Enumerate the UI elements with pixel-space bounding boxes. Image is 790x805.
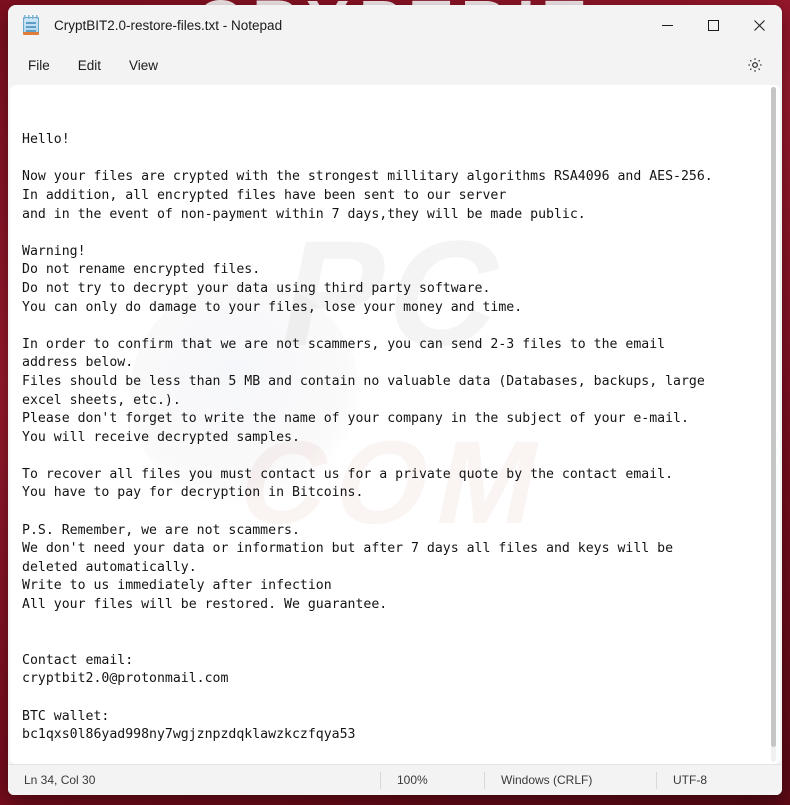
window-controls xyxy=(644,5,782,45)
note-line: Have a nice day xyxy=(22,763,768,764)
status-bar: Ln 34, Col 30 100% Windows (CRLF) UTF-8 xyxy=(8,764,782,795)
menu-item-view[interactable]: View xyxy=(117,53,170,78)
note-line: Do not try to decrypt your data using th… xyxy=(22,280,491,296)
status-line-ending[interactable]: Windows (CRLF) xyxy=(484,771,656,789)
gear-icon[interactable] xyxy=(742,52,768,78)
note-line: We don't need your data or information b… xyxy=(22,541,674,557)
menu-item-edit[interactable]: Edit xyxy=(66,53,113,78)
note-line: P.S. Remember, we are not scammers. xyxy=(22,522,300,538)
minimize-icon[interactable] xyxy=(644,5,690,45)
note-line: Now your files are crypted with the stro… xyxy=(22,169,713,185)
status-encoding[interactable]: UTF-8 xyxy=(656,771,766,789)
note-line: Contact email: xyxy=(22,652,134,668)
menu-item-file[interactable]: File xyxy=(16,53,62,78)
note-line: address below. xyxy=(22,355,134,371)
note-line: Files should be less than 5 MB and conta… xyxy=(22,373,705,389)
note-line: excel sheets, etc.). xyxy=(22,392,181,408)
note-line xyxy=(22,745,768,764)
status-cursor-position[interactable]: Ln 34, Col 30 xyxy=(8,773,380,787)
note-line: and in the event of non-payment within 7… xyxy=(22,206,586,222)
notepad-icon xyxy=(22,15,40,35)
note-line: bc1qxs0l86yad998ny7wgjznpzdqklawzkczfqya… xyxy=(22,727,356,743)
scrollbar-thumb[interactable] xyxy=(771,87,776,747)
note-line: To recover all files you must contact us… xyxy=(22,466,674,482)
note-line: You can only do damage to your files, lo… xyxy=(22,299,523,315)
ransom-note-text[interactable]: Hello! Now your files are crypted with t… xyxy=(10,85,768,764)
note-line xyxy=(22,689,768,708)
window-title: CryptBIT2.0-restore-files.txt - Notepad xyxy=(54,17,283,33)
note-line: Do not rename encrypted files. xyxy=(22,262,261,278)
note-line: Please don't forget to write the name of… xyxy=(22,411,689,427)
note-line xyxy=(22,615,768,634)
note-line: BTC wallet: xyxy=(22,708,110,724)
text-editor-area[interactable]: PC COM Hello! Now your files are crypted… xyxy=(10,85,780,764)
note-line xyxy=(22,447,768,466)
note-line: cryptbit2.0@protonmail.com xyxy=(22,671,229,687)
status-zoom-level[interactable]: 100% xyxy=(380,771,484,789)
note-line xyxy=(22,224,768,243)
window-titlebar[interactable]: CryptBIT2.0-restore-files.txt - Notepad xyxy=(8,5,782,45)
maximize-icon[interactable] xyxy=(690,5,736,45)
close-icon[interactable] xyxy=(736,5,782,45)
notepad-window: CryptBIT2.0-restore-files.txt - Notepad … xyxy=(8,5,782,795)
note-line xyxy=(22,503,768,522)
note-line: You have to pay for decryption in Bitcoi… xyxy=(22,485,364,501)
vertical-scrollbar[interactable] xyxy=(768,85,780,764)
note-line: All your files will be restored. We guar… xyxy=(22,597,388,613)
note-line: In addition, all encrypted files have be… xyxy=(22,187,507,203)
note-line xyxy=(22,633,768,652)
note-line xyxy=(22,317,768,336)
note-line: You will receive decrypted samples. xyxy=(22,429,300,445)
note-line: Write to us immediately after infection xyxy=(22,578,332,594)
note-line xyxy=(22,150,768,169)
note-line: In order to confirm that we are not scam… xyxy=(22,336,666,352)
menu-bar: File Edit View xyxy=(8,45,782,85)
note-line: Hello! xyxy=(22,132,70,148)
note-line: Warning! xyxy=(22,243,86,259)
note-line: deleted automatically. xyxy=(22,559,197,575)
